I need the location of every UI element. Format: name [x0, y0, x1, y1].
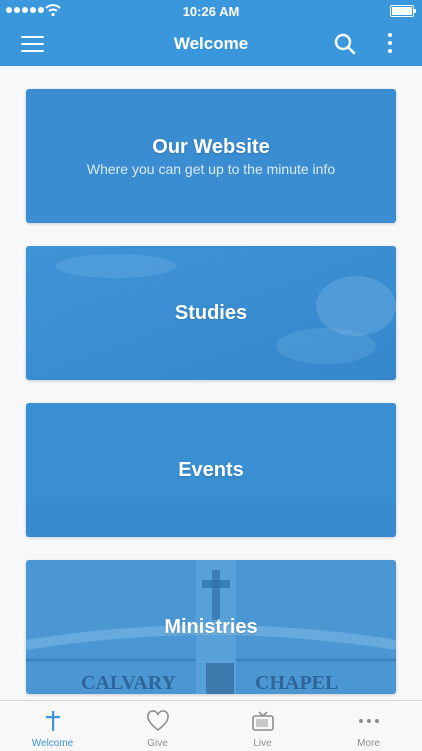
- card-events[interactable]: Events: [26, 403, 396, 537]
- card-title: Ministries: [164, 616, 258, 638]
- tab-label: Welcome: [31, 738, 74, 749]
- card-title: Events: [178, 459, 244, 481]
- status-bar: 10:26 AM: [0, 0, 422, 22]
- battery-icon: [390, 5, 416, 17]
- tab-live[interactable]: Live: [210, 701, 315, 751]
- tab-label: Live: [253, 738, 272, 749]
- tab-label: More: [357, 738, 380, 749]
- card-studies[interactable]: Studies: [26, 246, 396, 380]
- tv-icon: [252, 711, 274, 731]
- cross-icon: [46, 711, 60, 731]
- card-ministries[interactable]: CALVARY CHAPEL Ministries: [26, 560, 396, 694]
- card-title: Studies: [174, 302, 248, 324]
- top-bar: 10:26 AM Welcome: [0, 0, 422, 66]
- more-options-icon[interactable]: [380, 31, 400, 55]
- tab-label: Give: [147, 738, 168, 749]
- status-time: 10:26 AM: [182, 4, 240, 19]
- card-our-website[interactable]: Our Website Where you can get up to the …: [26, 89, 396, 223]
- heart-icon: [147, 710, 169, 732]
- tab-bar: Welcome Give Live More: [0, 700, 422, 751]
- hamburger-menu-icon[interactable]: [21, 34, 45, 52]
- tab-give[interactable]: Give: [105, 701, 210, 751]
- more-dots-icon: [359, 719, 379, 723]
- svg-text:CHAPEL: CHAPEL: [255, 672, 338, 694]
- card-title: Our Website: [152, 136, 270, 158]
- tab-more[interactable]: More: [316, 701, 421, 751]
- card-subtitle: Where you can get up to the minute info: [86, 161, 336, 177]
- svg-text:CALVARY: CALVARY: [81, 672, 176, 694]
- tab-welcome[interactable]: Welcome: [0, 701, 105, 751]
- page-title: Welcome: [173, 34, 249, 53]
- search-icon[interactable]: [334, 33, 356, 55]
